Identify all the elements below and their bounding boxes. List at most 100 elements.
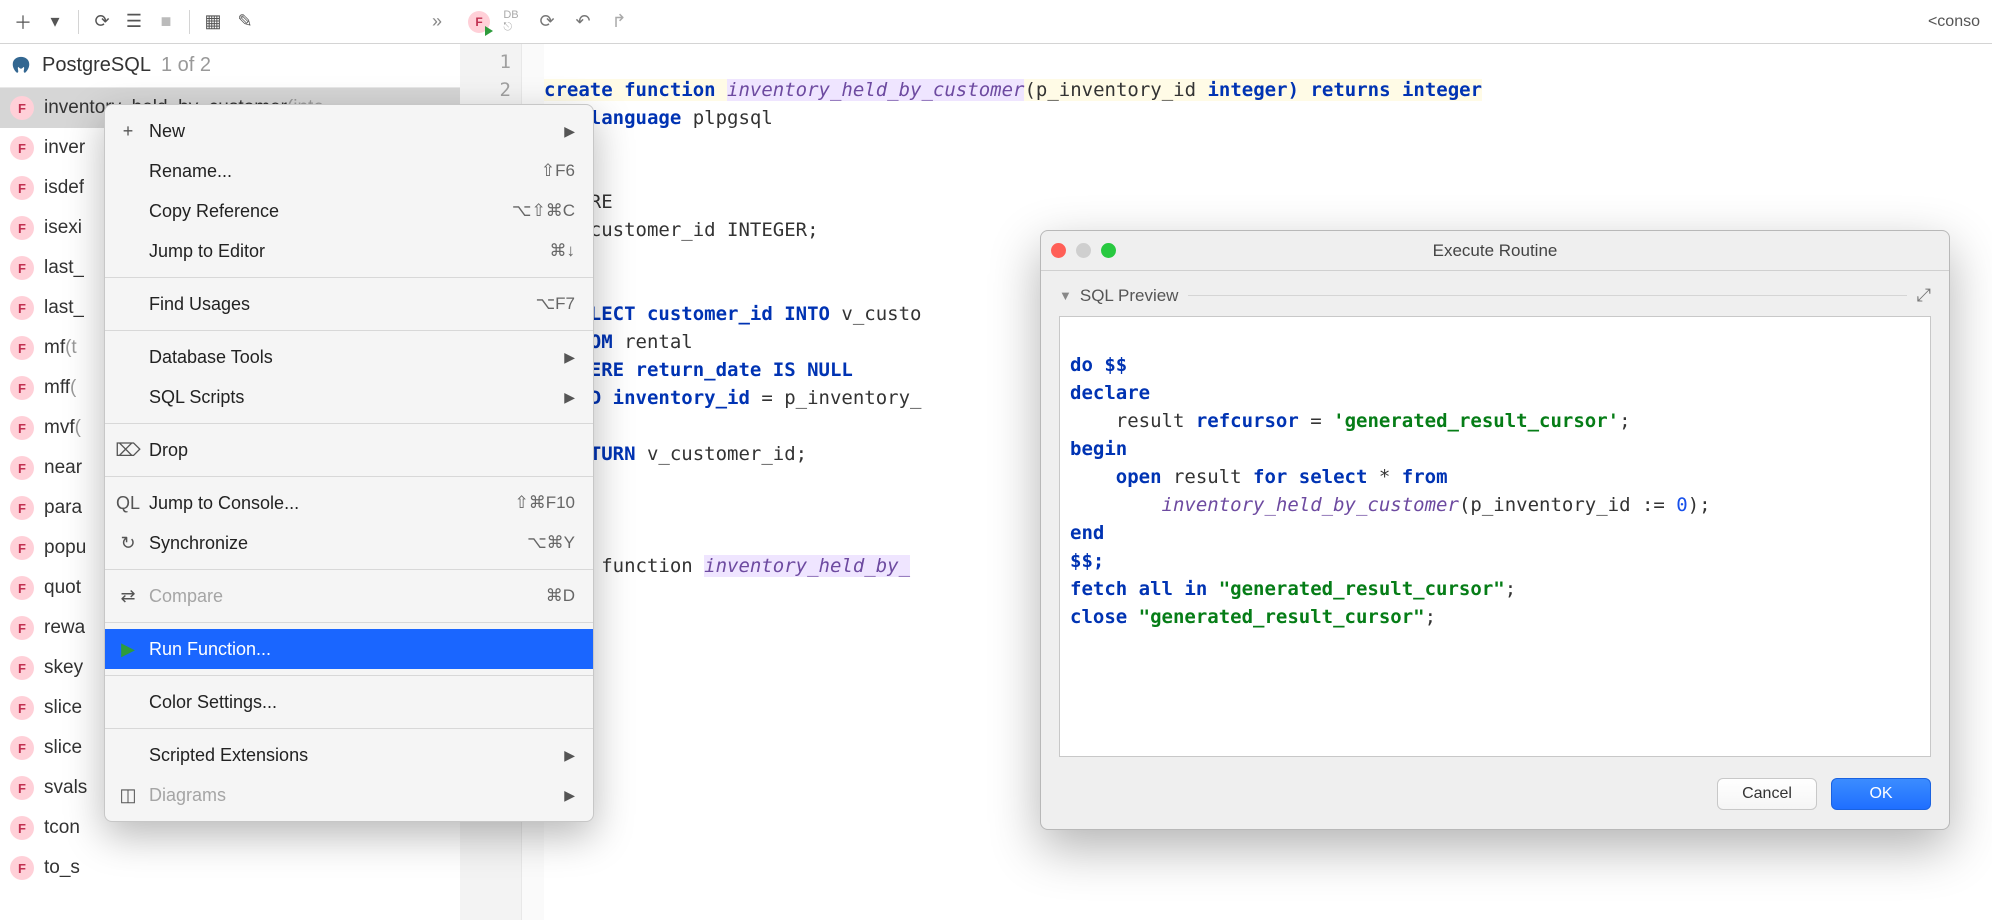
function-name: isexi: [44, 217, 82, 239]
dialog-titlebar[interactable]: Execute Routine: [1041, 231, 1949, 271]
function-icon: F: [10, 496, 34, 520]
menu-item-icon: ⌦: [115, 440, 141, 461]
database-toolbar: ＋ ▾ ⟳ ☰ ■ ▦ ✎ »: [0, 0, 460, 44]
refresh-icon[interactable]: ⟳: [87, 7, 117, 37]
function-name: rewa: [44, 617, 85, 639]
function-name: popu: [44, 537, 86, 559]
menu-item[interactable]: Rename...⇧F6: [105, 151, 593, 191]
popout-icon[interactable]: ⤢: [1917, 285, 1931, 306]
run-function-icon[interactable]: F: [468, 11, 490, 33]
step-icon[interactable]: ↱: [604, 7, 634, 37]
window-controls[interactable]: [1051, 243, 1116, 258]
function-name: slice: [44, 697, 82, 719]
menu-item-label: Find Usages: [149, 294, 250, 315]
chevron-right-icon: ▶: [564, 123, 575, 140]
function-icon: F: [10, 696, 34, 720]
menu-item-icon: +: [115, 121, 141, 142]
menu-item-icon: ⇄: [115, 586, 141, 607]
menu-shortcut: ⌘D: [546, 586, 575, 606]
menu-item[interactable]: + New ▶: [105, 111, 593, 151]
menu-item[interactable]: ↻Synchronize⌥⌘Y: [105, 523, 593, 563]
chevron-right-icon: ▶: [564, 389, 575, 406]
refresh-editor-icon[interactable]: ⟳: [532, 7, 562, 37]
menu-item[interactable]: ▶Run Function...: [105, 629, 593, 669]
function-icon: F: [10, 176, 34, 200]
menu-item-label: Database Tools: [149, 347, 273, 368]
table-icon[interactable]: ▦: [198, 7, 228, 37]
menu-item[interactable]: Color Settings...: [105, 682, 593, 722]
menu-shortcut: ⌥F7: [536, 294, 575, 314]
edit-icon[interactable]: ✎: [230, 7, 260, 37]
menu-item[interactable]: QLJump to Console...⇧⌘F10: [105, 483, 593, 523]
function-icon: F: [10, 816, 34, 840]
function-name: to_s: [44, 857, 80, 879]
sidebar-item-function[interactable]: Fto_s: [0, 848, 460, 888]
menu-item-icon: ↻: [115, 533, 141, 554]
function-name: tcon: [44, 817, 80, 839]
function-icon: F: [10, 136, 34, 160]
function-name: inver: [44, 137, 85, 159]
menu-item-icon: ▶: [115, 639, 141, 660]
new-icon[interactable]: ＋: [8, 7, 38, 37]
datasource-header[interactable]: PostgreSQL 1 of 2: [0, 44, 460, 88]
menu-item-label: New: [149, 121, 185, 142]
menu-separator: [105, 622, 593, 623]
menu-separator: [105, 330, 593, 331]
menu-item: ◫ Diagrams ▶: [105, 775, 593, 815]
menu-item-label: Jump to Editor: [149, 241, 265, 262]
undo-icon[interactable]: ↶: [568, 7, 598, 37]
chevron-right-icon: ▶: [564, 787, 575, 804]
function-icon: F: [10, 576, 34, 600]
expand-icon[interactable]: ▾: [40, 7, 70, 37]
console-label: <conso: [1928, 13, 1984, 31]
menu-shortcut: ⇧F6: [541, 161, 575, 181]
menu-item[interactable]: ⌦Drop: [105, 430, 593, 470]
menu-separator: [105, 277, 593, 278]
menu-separator: [105, 728, 593, 729]
ok-button[interactable]: OK: [1831, 778, 1931, 810]
db-icon[interactable]: DB⎋: [496, 7, 526, 37]
datasource-count: 1 of 2: [161, 54, 211, 77]
function-icon: F: [10, 616, 34, 640]
sql-preview-header[interactable]: ▼ SQL Preview ⤢: [1059, 285, 1931, 306]
function-name: near: [44, 457, 82, 479]
close-icon[interactable]: [1051, 243, 1066, 258]
context-menu: +New▶Rename...⇧F6Copy Reference⌥⇧⌘CJump …: [104, 104, 594, 822]
menu-shortcut: ⇧⌘F10: [514, 493, 575, 513]
collapse-icon[interactable]: »: [422, 7, 452, 37]
stop-icon[interactable]: ■: [151, 7, 181, 37]
function-icon: F: [10, 456, 34, 480]
dialog-footer: Cancel OK: [1041, 771, 1949, 829]
function-icon: F: [10, 536, 34, 560]
menu-separator: [105, 675, 593, 676]
function-icon: F: [10, 96, 34, 120]
function-icon: F: [10, 656, 34, 680]
sql-preview-box[interactable]: do $$ declare result refcursor = 'genera…: [1059, 316, 1931, 757]
function-icon: F: [10, 376, 34, 400]
menu-item-label: Diagrams: [149, 785, 226, 806]
filter-icon[interactable]: ☰: [119, 7, 149, 37]
menu-item[interactable]: Find Usages ⌥F7: [105, 284, 593, 324]
menu-item-label: Compare: [149, 586, 223, 607]
menu-item-label: Color Settings...: [149, 692, 277, 713]
menu-item[interactable]: SQL Scripts ▶: [105, 377, 593, 417]
function-name: mff(: [44, 377, 76, 399]
menu-item-label: SQL Scripts: [149, 387, 244, 408]
menu-item-icon: ◫: [115, 785, 141, 806]
datasource-name: PostgreSQL: [42, 54, 151, 77]
menu-shortcut: ⌥⌘Y: [527, 533, 575, 553]
menu-item-label: Copy Reference: [149, 201, 279, 222]
function-icon: F: [10, 416, 34, 440]
zoom-icon[interactable]: [1101, 243, 1116, 258]
function-name: last_: [44, 297, 84, 319]
function-name: last_: [44, 257, 84, 279]
menu-item[interactable]: Copy Reference⌥⇧⌘C: [105, 191, 593, 231]
menu-item[interactable]: Database Tools ▶: [105, 337, 593, 377]
menu-item[interactable]: Scripted Extensions▶: [105, 735, 593, 775]
chevron-right-icon: ▶: [564, 349, 575, 366]
cancel-button[interactable]: Cancel: [1717, 778, 1817, 810]
chevron-down-icon[interactable]: ▼: [1059, 288, 1072, 303]
postgresql-icon: [10, 55, 32, 77]
chevron-right-icon: ▶: [564, 747, 575, 764]
menu-item[interactable]: Jump to Editor⌘↓: [105, 231, 593, 271]
